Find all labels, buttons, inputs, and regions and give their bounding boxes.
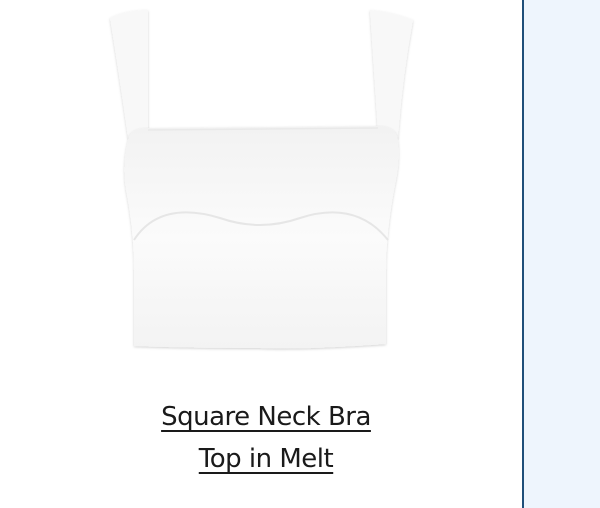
product-image[interactable] [100,0,420,360]
product-title-link[interactable]: Square Neck Bra Top in Melt [106,396,426,480]
page: Square Neck Bra Top in Melt [0,0,600,508]
product-title-line-1[interactable]: Square Neck Bra [106,396,426,438]
product-title-line-2[interactable]: Top in Melt [106,438,426,480]
product-card[interactable]: Square Neck Bra Top in Melt [0,0,522,508]
bra-top-icon [110,10,413,349]
side-panel [522,0,600,508]
